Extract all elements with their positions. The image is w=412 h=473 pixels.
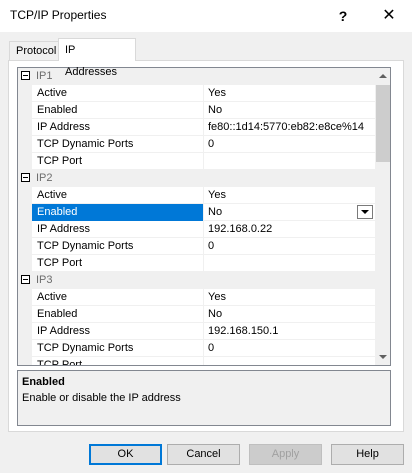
property-value[interactable]: fe80::1d14:5770:eb82:e8ce%14 <box>205 119 375 136</box>
property-row[interactable]: Active Yes <box>18 85 375 102</box>
description-pane: Enabled Enable or disable the IP address <box>17 370 391 426</box>
property-name[interactable]: Active <box>32 85 204 102</box>
row-gutter <box>18 357 32 365</box>
row-gutter <box>18 85 32 102</box>
property-row[interactable]: IP Address 192.168.0.22 <box>18 221 375 238</box>
row-gutter <box>18 306 32 323</box>
arrow-down-icon <box>379 355 387 359</box>
chevron-down-icon <box>361 210 369 214</box>
property-row[interactable]: Enabled No <box>18 102 375 119</box>
collapse-icon[interactable] <box>21 71 30 80</box>
property-value[interactable] <box>205 357 375 365</box>
row-gutter <box>18 323 32 340</box>
property-row[interactable]: TCP Port <box>18 153 375 170</box>
scroll-up-button[interactable] <box>375 68 390 84</box>
property-name[interactable]: TCP Dynamic Ports <box>32 238 204 255</box>
row-gutter <box>18 238 32 255</box>
property-value[interactable]: No <box>205 102 375 119</box>
window-title: TCP/IP Properties <box>10 8 107 22</box>
vertical-scrollbar[interactable] <box>375 68 390 365</box>
property-name[interactable]: IP Address <box>32 323 204 340</box>
property-name[interactable]: Enabled <box>32 306 204 323</box>
property-value[interactable]: 0 <box>205 136 375 153</box>
property-name[interactable]: TCP Dynamic Ports <box>32 136 204 153</box>
category-row-ip2[interactable]: IP2 <box>18 170 375 187</box>
property-row[interactable]: TCP Port <box>18 357 375 365</box>
property-name[interactable]: TCP Port <box>32 255 204 272</box>
property-value[interactable] <box>205 255 375 272</box>
property-value[interactable] <box>205 153 375 170</box>
scroll-thumb[interactable] <box>376 85 390 162</box>
row-gutter <box>18 153 32 170</box>
row-gutter <box>18 255 32 272</box>
row-gutter <box>18 221 32 238</box>
property-value[interactable]: 0 <box>205 340 375 357</box>
arrow-up-icon <box>379 74 387 78</box>
tab-protocol[interactable]: Protocol <box>9 41 59 61</box>
property-name[interactable]: TCP Port <box>32 357 204 365</box>
property-value[interactable]: Yes <box>205 187 375 204</box>
description-title: Enabled <box>22 376 65 388</box>
property-row[interactable]: IP Address fe80::1d14:5770:eb82:e8ce%14 <box>18 119 375 136</box>
close-icon[interactable]: ✕ <box>366 0 412 32</box>
property-value[interactable]: 192.168.0.22 <box>205 221 375 238</box>
collapse-icon[interactable] <box>21 173 30 182</box>
property-name[interactable]: TCP Port <box>32 153 204 170</box>
help-icon[interactable]: ? <box>320 0 366 32</box>
row-gutter <box>18 136 32 153</box>
property-value[interactable]: Yes <box>205 289 375 306</box>
property-grid: IP1 Active Yes Enabled No IP Address fe80::1d1… <box>17 67 391 366</box>
scroll-down-button[interactable] <box>375 349 390 365</box>
property-row[interactable]: Enabled No <box>18 204 375 221</box>
property-name[interactable]: Active <box>32 289 204 306</box>
property-row[interactable]: TCP Dynamic Ports 0 <box>18 238 375 255</box>
property-value[interactable]: Yes <box>205 85 375 102</box>
property-name[interactable]: IP Address <box>32 119 204 136</box>
property-name[interactable]: Enabled <box>32 204 204 221</box>
property-value[interactable]: 192.168.150.1 <box>205 323 375 340</box>
category-row-ip3[interactable]: IP3 <box>18 272 375 289</box>
property-row[interactable]: TCP Port <box>18 255 375 272</box>
dropdown-button[interactable] <box>357 205 373 219</box>
property-row[interactable]: TCP Dynamic Ports 0 <box>18 136 375 153</box>
row-gutter <box>18 204 32 221</box>
tab-ip-addresses[interactable]: IP Addresses <box>58 38 136 78</box>
row-gutter <box>18 102 32 119</box>
row-gutter <box>18 289 32 306</box>
category-label: IP2 <box>36 172 53 184</box>
property-name[interactable]: Enabled <box>32 102 204 119</box>
property-name[interactable]: Active <box>32 187 204 204</box>
apply-button[interactable]: Apply <box>249 444 322 465</box>
property-value[interactable]: No <box>205 306 375 323</box>
property-row[interactable]: IP Address 192.168.150.1 <box>18 323 375 340</box>
property-value[interactable]: No <box>205 204 375 221</box>
collapse-icon[interactable] <box>21 275 30 284</box>
property-row[interactable]: Enabled No <box>18 306 375 323</box>
ok-button[interactable]: OK <box>89 444 162 465</box>
category-label: IP3 <box>36 274 53 286</box>
row-gutter <box>18 340 32 357</box>
property-name[interactable]: TCP Dynamic Ports <box>32 340 204 357</box>
property-row[interactable]: Active Yes <box>18 289 375 306</box>
row-gutter <box>18 187 32 204</box>
cancel-button[interactable]: Cancel <box>167 444 240 465</box>
property-name[interactable]: IP Address <box>32 221 204 238</box>
property-row[interactable]: TCP Dynamic Ports 0 <box>18 340 375 357</box>
description-text: Enable or disable the IP address <box>22 392 181 404</box>
property-grid-rows: IP1 Active Yes Enabled No IP Address fe80::1d1… <box>18 68 375 365</box>
category-label: IP1 <box>36 70 53 82</box>
help-button[interactable]: Help <box>331 444 404 465</box>
title-bar: TCP/IP Properties ? ✕ <box>0 0 412 32</box>
row-gutter <box>18 119 32 136</box>
property-value[interactable]: 0 <box>205 238 375 255</box>
property-row[interactable]: Active Yes <box>18 187 375 204</box>
